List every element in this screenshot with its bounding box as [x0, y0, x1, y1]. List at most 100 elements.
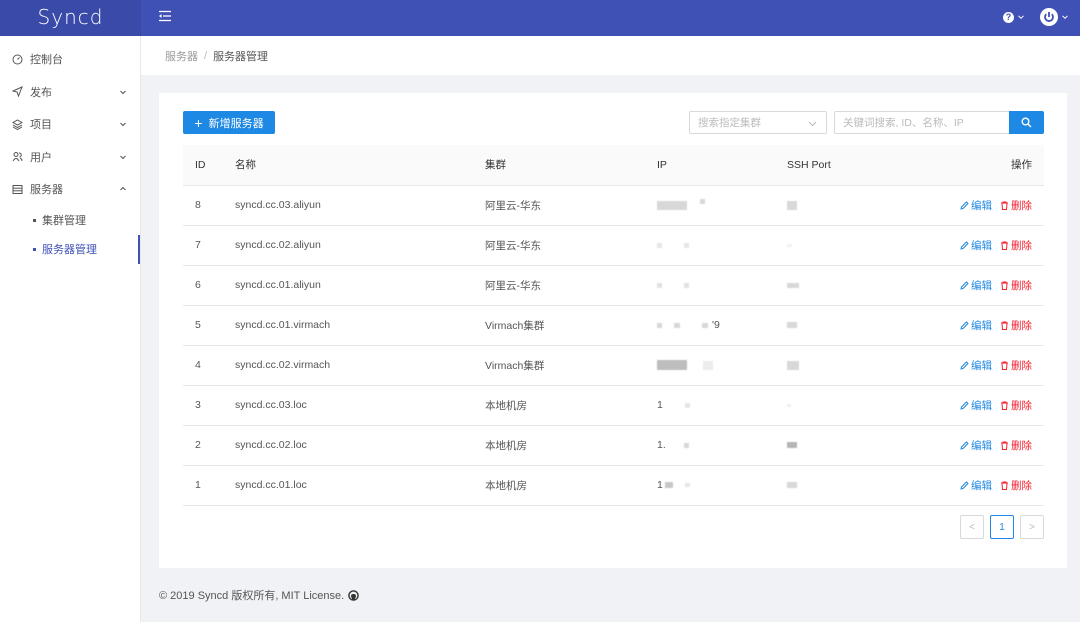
cell-actions: 编辑 删除 [922, 185, 1044, 226]
ip-visible-fragment: 1. [657, 439, 666, 451]
delete-link[interactable]: 删除 [1000, 240, 1032, 252]
table-row: 7 syncd.cc.02.aliyun 阿里云-华东 编辑 删除 [183, 225, 1044, 266]
next-page-button[interactable]: > [1020, 515, 1044, 539]
server-icon [11, 183, 23, 195]
column-header-id: ID [183, 145, 235, 186]
add-server-button[interactable]: + 新增服务器 [183, 111, 275, 134]
delete-link[interactable]: 删除 [1000, 320, 1032, 332]
cell-name: syncd.cc.02.aliyun [235, 225, 485, 266]
sidebar-item-label: 项目 [30, 119, 52, 132]
edit-icon [960, 440, 969, 450]
cell-cluster: 阿里云-华东 [485, 265, 657, 306]
cell-cluster: 阿里云-华东 [485, 185, 657, 226]
sidebar: 控制台 发布 项目 用户 服务器 集群管理 服务器管理 [0, 36, 141, 622]
layers-icon [11, 118, 23, 130]
delete-link[interactable]: 删除 [1000, 280, 1032, 292]
table-header-row: ID 名称 集群 IP SSH Port 操作 [183, 145, 1044, 186]
cell-ip-redacted [657, 345, 787, 386]
cell-id: 4 [183, 345, 235, 386]
ip-visible-fragment: 1 [657, 399, 663, 411]
cell-ssh-redacted [787, 385, 922, 426]
cell-ip-redacted [657, 185, 787, 226]
sidebar-item-dashboard[interactable]: 控制台 [0, 43, 140, 76]
table-row: 8 syncd.cc.03.aliyun 阿里云-华东 编辑 删除 [183, 185, 1044, 226]
chevron-down-icon [1018, 15, 1024, 20]
edit-link[interactable]: 编辑 [960, 480, 992, 492]
prev-page-button[interactable]: < [960, 515, 984, 539]
sidebar-item-label: 用户 [30, 151, 52, 164]
cell-actions: 编辑 删除 [922, 305, 1044, 346]
delete-link[interactable]: 删除 [1000, 440, 1032, 452]
footer-text: © 2019 Syncd 版权所有, MIT License. [159, 590, 345, 602]
cell-ssh-redacted [787, 465, 922, 506]
column-header-ip: IP [657, 145, 787, 186]
edit-icon [960, 200, 969, 210]
sidebar-item-users[interactable]: 用户 [0, 141, 140, 174]
edit-icon [960, 360, 969, 370]
table-row: 4 syncd.cc.02.virmach Virmach集群 编辑 删除 [183, 345, 1044, 386]
table-row: 2 syncd.cc.02.loc 本地机房 1. 编辑 删除 [183, 425, 1044, 466]
cell-ssh-redacted [787, 425, 922, 466]
cell-ip: 1 [657, 385, 787, 426]
delete-link[interactable]: 删除 [1000, 400, 1032, 412]
search-input[interactable] [834, 111, 1009, 134]
column-header-name: 名称 [235, 145, 485, 186]
edit-link[interactable]: 编辑 [960, 200, 992, 212]
edit-link[interactable]: 编辑 [960, 360, 992, 372]
app-logo: Syncd [0, 0, 141, 36]
cell-ssh-redacted [787, 345, 922, 386]
delete-link[interactable]: 删除 [1000, 360, 1032, 372]
cell-name: syncd.cc.02.loc [235, 425, 485, 466]
ip-visible-fragment: '9 [712, 319, 720, 331]
cell-cluster: 阿里云-华东 [485, 225, 657, 266]
power-icon [1040, 8, 1058, 26]
plus-icon: + [194, 114, 203, 131]
cell-id: 2 [183, 425, 235, 466]
sidebar-item-projects[interactable]: 项目 [0, 108, 140, 141]
edit-link[interactable]: 编辑 [960, 440, 992, 452]
edit-icon [960, 280, 969, 290]
sidebar-item-servers[interactable]: 服务器 [0, 173, 140, 206]
cluster-select[interactable]: 搜索指定集群 [689, 111, 827, 134]
menu-collapse-icon[interactable] [158, 9, 172, 23]
search-button[interactable] [1009, 111, 1044, 134]
cell-ssh-redacted [787, 225, 922, 266]
cell-cluster: 本地机房 [485, 465, 657, 506]
chevron-down-icon [1062, 15, 1068, 20]
cell-id: 6 [183, 265, 235, 306]
breadcrumb-parent[interactable]: 服务器 [165, 48, 198, 64]
sidebar-item-label: 服务器 [30, 184, 63, 197]
github-icon[interactable] [348, 589, 360, 601]
cell-ssh-redacted [787, 185, 922, 226]
sidebar-subitem-label: 服务器管理 [42, 244, 97, 256]
user-menu[interactable] [1040, 8, 1068, 26]
help-menu[interactable]: ? [1003, 11, 1024, 23]
cell-actions: 编辑 删除 [922, 385, 1044, 426]
cell-ip-redacted [657, 225, 787, 266]
page-button-current[interactable]: 1 [990, 515, 1014, 539]
chevron-down-icon [120, 122, 126, 127]
delete-link[interactable]: 删除 [1000, 480, 1032, 492]
sidebar-item-deploy[interactable]: 发布 [0, 76, 140, 109]
send-icon [11, 86, 23, 98]
chevron-down-icon [120, 155, 126, 159]
edit-link[interactable]: 编辑 [960, 320, 992, 332]
breadcrumb-current: 服务器管理 [213, 50, 269, 63]
dashboard-icon [11, 53, 23, 65]
sidebar-subitem-label: 集群管理 [42, 215, 86, 227]
sidebar-subitem-server-management[interactable]: 服务器管理 [0, 234, 140, 264]
cell-cluster: 本地机房 [485, 425, 657, 466]
sidebar-subitem-cluster-management[interactable]: 集群管理 [0, 206, 140, 235]
cell-id: 5 [183, 305, 235, 346]
edit-link[interactable]: 编辑 [960, 240, 992, 252]
edit-link[interactable]: 编辑 [960, 280, 992, 292]
column-header-ssh-port: SSH Port [787, 145, 922, 186]
delete-link[interactable]: 删除 [1000, 200, 1032, 212]
cell-name: syncd.cc.02.virmach [235, 345, 485, 386]
trash-icon [1001, 321, 1008, 330]
edit-link[interactable]: 编辑 [960, 400, 992, 412]
top-navbar: Syncd ? [0, 0, 1080, 36]
cell-cluster: Virmach集群 [485, 345, 657, 386]
trash-icon [1001, 241, 1008, 250]
edit-icon [960, 400, 969, 410]
